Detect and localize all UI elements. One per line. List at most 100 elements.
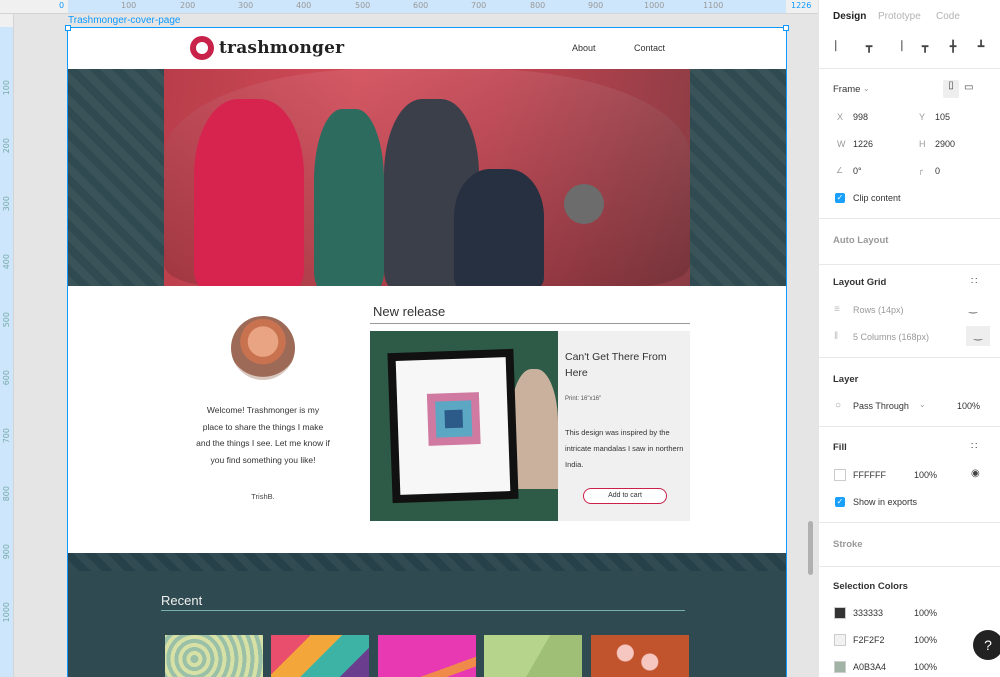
ruler-tick: 400 <box>2 254 11 270</box>
ruler-selection-range <box>0 27 13 677</box>
ruler-tick: 300 <box>2 196 11 212</box>
x-input[interactable]: 998 <box>853 112 868 122</box>
clip-content-label: Clip content <box>853 193 901 203</box>
fill-styles-icon[interactable]: ∷ <box>971 441 977 452</box>
ruler-tick: 900 <box>588 1 604 10</box>
height-input[interactable]: 2900 <box>935 139 955 149</box>
tab-prototype[interactable]: Prototype <box>878 11 921 22</box>
new-release-divider <box>370 323 690 324</box>
selection-color-hex[interactable]: F2F2F2 <box>853 635 885 645</box>
selection-color-opacity[interactable]: 100% <box>914 608 937 618</box>
panel-divider <box>819 218 1000 219</box>
recent-thumbnail[interactable] <box>165 635 263 677</box>
help-button[interactable]: ? <box>973 630 1000 660</box>
align-vertical-center-icon[interactable]: ╋ <box>945 40 961 54</box>
recent-section: Recent <box>68 553 786 677</box>
panel-divider <box>819 68 1000 69</box>
panel-divider <box>819 426 1000 427</box>
logo-icon <box>190 36 214 60</box>
selection-color-hex[interactable]: A0B3A4 <box>853 662 886 672</box>
blend-mode-icon: ○ <box>835 400 842 411</box>
clip-content-checkbox[interactable]: ✓ <box>835 193 845 203</box>
landscape-orientation-icon[interactable]: ▭ <box>964 82 973 93</box>
properties-panel: Design Prototype Code ⎸ ┳ ⎹ ┳ ╋ ┻ Frame … <box>818 0 1000 677</box>
signoff-text: TrishB. <box>251 492 275 501</box>
selection-color-opacity[interactable]: 100% <box>914 635 937 645</box>
nav-link-contact[interactable]: Contact <box>634 43 665 53</box>
panel-divider <box>819 522 1000 523</box>
ruler-tick: 200 <box>2 138 11 154</box>
fill-color-swatch[interactable] <box>834 469 846 481</box>
auto-layout-title[interactable]: Auto Layout <box>833 235 888 246</box>
align-right-icon[interactable]: ⎹ <box>889 40 905 54</box>
hero-figure-child <box>454 169 544 286</box>
ruler-tick: 400 <box>296 1 312 10</box>
rows-grid-icon[interactable]: ≡ <box>834 304 840 315</box>
align-horizontal-center-icon[interactable]: ┳ <box>861 40 877 54</box>
ruler-tick: 600 <box>2 370 11 386</box>
alignment-toolbar: ⎸ ┳ ⎹ ┳ ╋ ┻ <box>833 40 1000 56</box>
ruler-tick: 500 <box>355 1 371 10</box>
show-in-exports-checkbox[interactable]: ✓ <box>835 497 845 507</box>
blend-mode-dropdown[interactable]: Pass Through <box>853 401 909 411</box>
tab-code[interactable]: Code <box>936 11 960 22</box>
selection-color-swatch[interactable] <box>834 661 846 673</box>
canvas-scrollbar[interactable] <box>808 521 813 575</box>
grid-columns-label[interactable]: 5 Columns (168px) <box>853 332 929 342</box>
panel-divider <box>819 264 1000 265</box>
recent-thumbnail[interactable] <box>591 635 689 677</box>
layer-opacity-input[interactable]: 100% <box>957 401 980 411</box>
width-input[interactable]: 1226 <box>853 139 873 149</box>
ruler-tick: 100 <box>2 80 11 96</box>
fill-hex-input[interactable]: FFFFFF <box>853 470 886 480</box>
ruler-tick: 800 <box>2 486 11 502</box>
resize-handle-top-right[interactable] <box>783 25 789 31</box>
nav-link-about[interactable]: About <box>572 43 596 53</box>
selection-color-hex[interactable]: 333333 <box>853 608 883 618</box>
ruler-tick: 1226 <box>791 1 812 10</box>
product-description: This design was inspired by the intricat… <box>565 428 684 469</box>
eye-icon[interactable]: ◉ <box>971 468 980 479</box>
rotation-input[interactable]: 0° <box>853 166 862 176</box>
welcome-text: Welcome! Trashmonger is my place to shar… <box>196 405 330 465</box>
h-label: H <box>919 139 926 149</box>
selection-colors-title: Selection Colors <box>833 581 908 592</box>
hero-scooter-mirror <box>564 184 604 224</box>
frame-type-dropdown[interactable]: Frame <box>833 84 860 95</box>
resize-handle-top-left[interactable] <box>65 25 71 31</box>
fill-opacity-input[interactable]: 100% <box>914 470 937 480</box>
selection-color-swatch[interactable] <box>834 607 846 619</box>
columns-grid-icon[interactable]: ‖ <box>834 331 838 342</box>
ruler-tick: 500 <box>2 312 11 328</box>
product-mat <box>395 357 511 495</box>
corner-radius-input[interactable]: 0 <box>935 166 940 176</box>
selection-color-swatch[interactable] <box>834 634 846 646</box>
panel-divider <box>819 357 1000 358</box>
selection-color-opacity[interactable]: 100% <box>914 662 937 672</box>
panel-tabs: Design Prototype Code <box>819 0 1000 34</box>
hidden-eye-icon[interactable]: ‿ <box>966 326 990 346</box>
y-input[interactable]: 105 <box>935 112 950 122</box>
add-to-cart-button[interactable]: Add to cart <box>583 488 667 504</box>
recent-thumbnail[interactable] <box>271 635 369 677</box>
frame-label[interactable]: Trashmonger-cover-page <box>68 15 180 26</box>
ruler-left: 100 200 300 400 500 600 700 800 900 1000 <box>0 14 14 677</box>
rotation-icon: ∠ <box>836 166 844 175</box>
recent-thumbnail[interactable] <box>378 635 476 677</box>
ruler-tick: 700 <box>471 1 487 10</box>
grid-styles-icon[interactable]: ∷ <box>971 276 977 287</box>
site-brand: trashmonger <box>219 38 345 58</box>
chevron-down-icon: ⌄ <box>863 84 870 93</box>
align-top-icon[interactable]: ┳ <box>917 40 933 54</box>
corner-radius-icon: ╭ <box>918 166 923 175</box>
align-bottom-icon[interactable]: ┻ <box>973 40 989 54</box>
stroke-title[interactable]: Stroke <box>833 539 863 550</box>
grid-rows-label[interactable]: Rows (14px) <box>853 305 904 315</box>
hidden-eye-icon[interactable]: ‿ <box>969 303 977 314</box>
recent-thumbnail[interactable] <box>484 635 582 677</box>
tab-design[interactable]: Design <box>833 11 866 22</box>
design-frame[interactable]: trashmonger About Contact Welcome! Trash… <box>67 27 787 677</box>
fill-title: Fill <box>833 442 847 453</box>
portrait-orientation-icon[interactable]: ▯ <box>943 80 959 98</box>
align-left-icon[interactable]: ⎸ <box>833 40 849 54</box>
